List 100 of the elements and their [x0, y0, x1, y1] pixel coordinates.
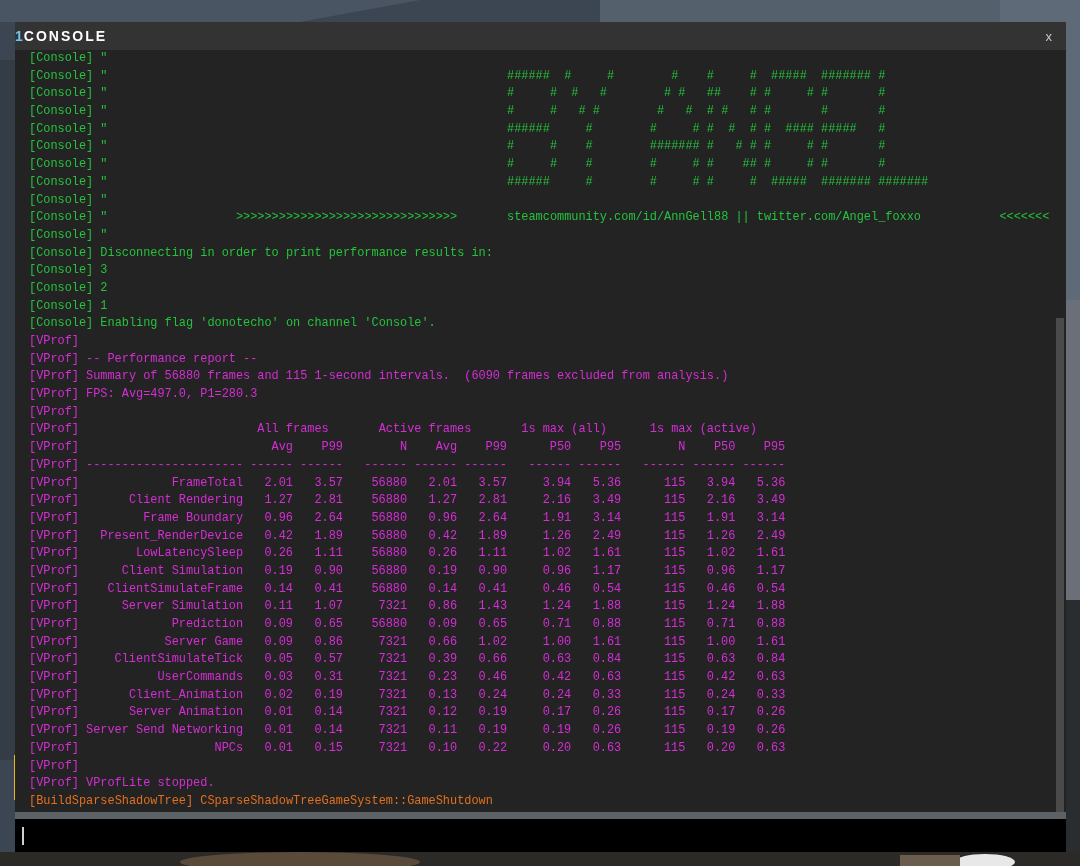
channel-tag: [VProf] [29, 633, 79, 652]
table-cell-text: 1.24 [541, 598, 572, 616]
table-cell-text: 115 [662, 492, 686, 510]
table-cell-text: 0.02 [263, 686, 293, 704]
table-cell-text: 1.88 [591, 598, 622, 616]
table-cell-text: 0.14 [427, 580, 458, 598]
table-cell-text: 1.00 [541, 633, 572, 651]
column-header: P50 [548, 439, 572, 457]
table-cell-text: 115 [662, 562, 686, 580]
table-cell-text: 115 [662, 616, 686, 633]
table-cell-text: 0.19 [477, 722, 507, 740]
table-cell-text: 0.09 [263, 633, 293, 651]
table-cell-text: 0.10 [427, 739, 458, 757]
table-cell-text: 0.90 [313, 562, 343, 580]
column-header: Avg [434, 439, 458, 457]
dash-rule: ------ [577, 456, 622, 474]
log-message: " [100, 103, 108, 121]
channel-tag: [VProf] [29, 775, 79, 793]
table-cell-text: 1.89 [313, 527, 343, 545]
log-message: CSparseShadowTreeGameSystem::GameShutdown [200, 792, 493, 810]
table-cell-text: 0.71 [705, 616, 736, 633]
row-label: Client_Animation [127, 686, 244, 704]
log-message: VProfLite stopped. [86, 775, 215, 793]
table-cell-text: 7321 [377, 739, 408, 757]
link-text: steamcommunity.com/id/AnnGell88 || twitter.com/Angel_foxxo [507, 209, 921, 227]
table-cell-text: 0.33 [755, 686, 786, 704]
table-cell-text: 0.24 [541, 686, 572, 704]
table-cell-text: 1.11 [313, 545, 343, 563]
table-cell-text: 0.96 [541, 562, 572, 580]
table-cell-text: 0.96 [427, 509, 458, 527]
table-cell-text: 0.96 [705, 562, 736, 580]
ascii-art: # # # ####### # # # # # # # [507, 138, 886, 156]
row-label: LowLatencySleep [135, 545, 244, 563]
row-label: Present_RenderDevice [99, 527, 244, 545]
channel-tag: [BuildSparseShadowTree] [29, 792, 194, 811]
table-cell-text: 115 [662, 598, 686, 616]
channel-tag: [Console] [29, 244, 94, 263]
scrollbar-thumb[interactable] [1056, 318, 1064, 812]
table-cell-text: 115 [662, 722, 686, 740]
text-cursor [22, 826, 24, 845]
command-input[interactable] [15, 819, 1066, 852]
table-cell-text: 3.14 [591, 509, 622, 527]
log-message: Disconnecting in order to print performance results in: [100, 244, 493, 262]
table-cell-text: 0.33 [591, 686, 622, 704]
table-cell-text: 7321 [377, 704, 408, 722]
channel-tag: [VProf] [29, 386, 79, 404]
log-message: " [100, 67, 108, 85]
column-header: Avg [270, 439, 293, 457]
table-cell-text: 56880 [370, 474, 408, 492]
channel-tag: [Console] [29, 279, 94, 298]
table-cell-text: 0.63 [755, 669, 786, 687]
channel-tag: [VProf] [29, 562, 79, 581]
channel-tag: [Console] [29, 50, 94, 68]
table-cell-text: 56880 [370, 616, 408, 633]
table-cell-text: 7321 [377, 722, 408, 740]
ascii-art: # # # # # # ## # # # # # [507, 85, 886, 103]
table-cell-text: 3.94 [705, 474, 736, 492]
table-cell-text: 0.09 [263, 616, 293, 633]
channel-tag: [VProf] [29, 474, 79, 493]
table-cell-text: 2.64 [477, 509, 507, 527]
table-cell-text: 0.57 [313, 651, 343, 669]
ascii-art: # # # # # # ## # # # # [507, 156, 886, 174]
table-cell-text: 0.63 [705, 651, 736, 669]
table-cell-text: 1.02 [477, 633, 507, 651]
log-message: " [100, 191, 108, 209]
table-cell-text: 0.13 [427, 686, 458, 704]
table-cell-text: 0.90 [477, 562, 507, 580]
channel-tag: [Console] [29, 191, 94, 210]
channel-tag: [Console] [29, 262, 94, 280]
table-cell-text: 7321 [377, 651, 408, 669]
row-label: ClientSimulateTick [113, 651, 244, 669]
channel-tag: [Console] [29, 226, 94, 245]
channel-tag: [VProf] [29, 421, 79, 440]
table-cell-text: 0.20 [705, 739, 736, 757]
table-cell-text: 0.46 [477, 669, 507, 687]
table-cell-text: 0.71 [541, 616, 572, 633]
ascii-art: ###### # # # # # ##### ####### # [507, 67, 886, 85]
channel-tag: [VProf] [29, 598, 79, 616]
dash-rule: ------ [249, 456, 293, 474]
ascii-art: ###### # # # # # ##### ####### ####### [507, 173, 929, 191]
table-cell-text: 0.26 [755, 722, 786, 740]
dash-rule: ------ [463, 456, 507, 474]
table-cell-text: 7321 [377, 686, 408, 704]
table-cell-text: 1.61 [591, 545, 622, 563]
close-button[interactable]: x [1043, 29, 1054, 43]
channel-tag: [VProf] [29, 616, 79, 634]
channel-tag: [Console] [29, 120, 94, 139]
table-cell-text: 2.16 [705, 492, 736, 510]
table-cell-text: 56880 [370, 580, 408, 598]
table-cell-text: 1.27 [427, 492, 458, 510]
table-cell-text: 1.61 [755, 545, 786, 563]
table-cell-text: 0.24 [705, 686, 736, 704]
row-label: FrameTotal [170, 474, 244, 492]
table-cell-text: 1.61 [755, 633, 786, 651]
arrow-text: >>>>>>>>>>>>>>>>>>>>>>>>>>>>>>> [235, 209, 458, 227]
log-message: 1 [100, 297, 108, 315]
table-cell-text: 0.86 [427, 598, 458, 616]
channel-tag: [VProf] [29, 651, 79, 670]
table-cell-text: 115 [662, 633, 686, 651]
table-cell-text: 0.20 [541, 739, 572, 757]
